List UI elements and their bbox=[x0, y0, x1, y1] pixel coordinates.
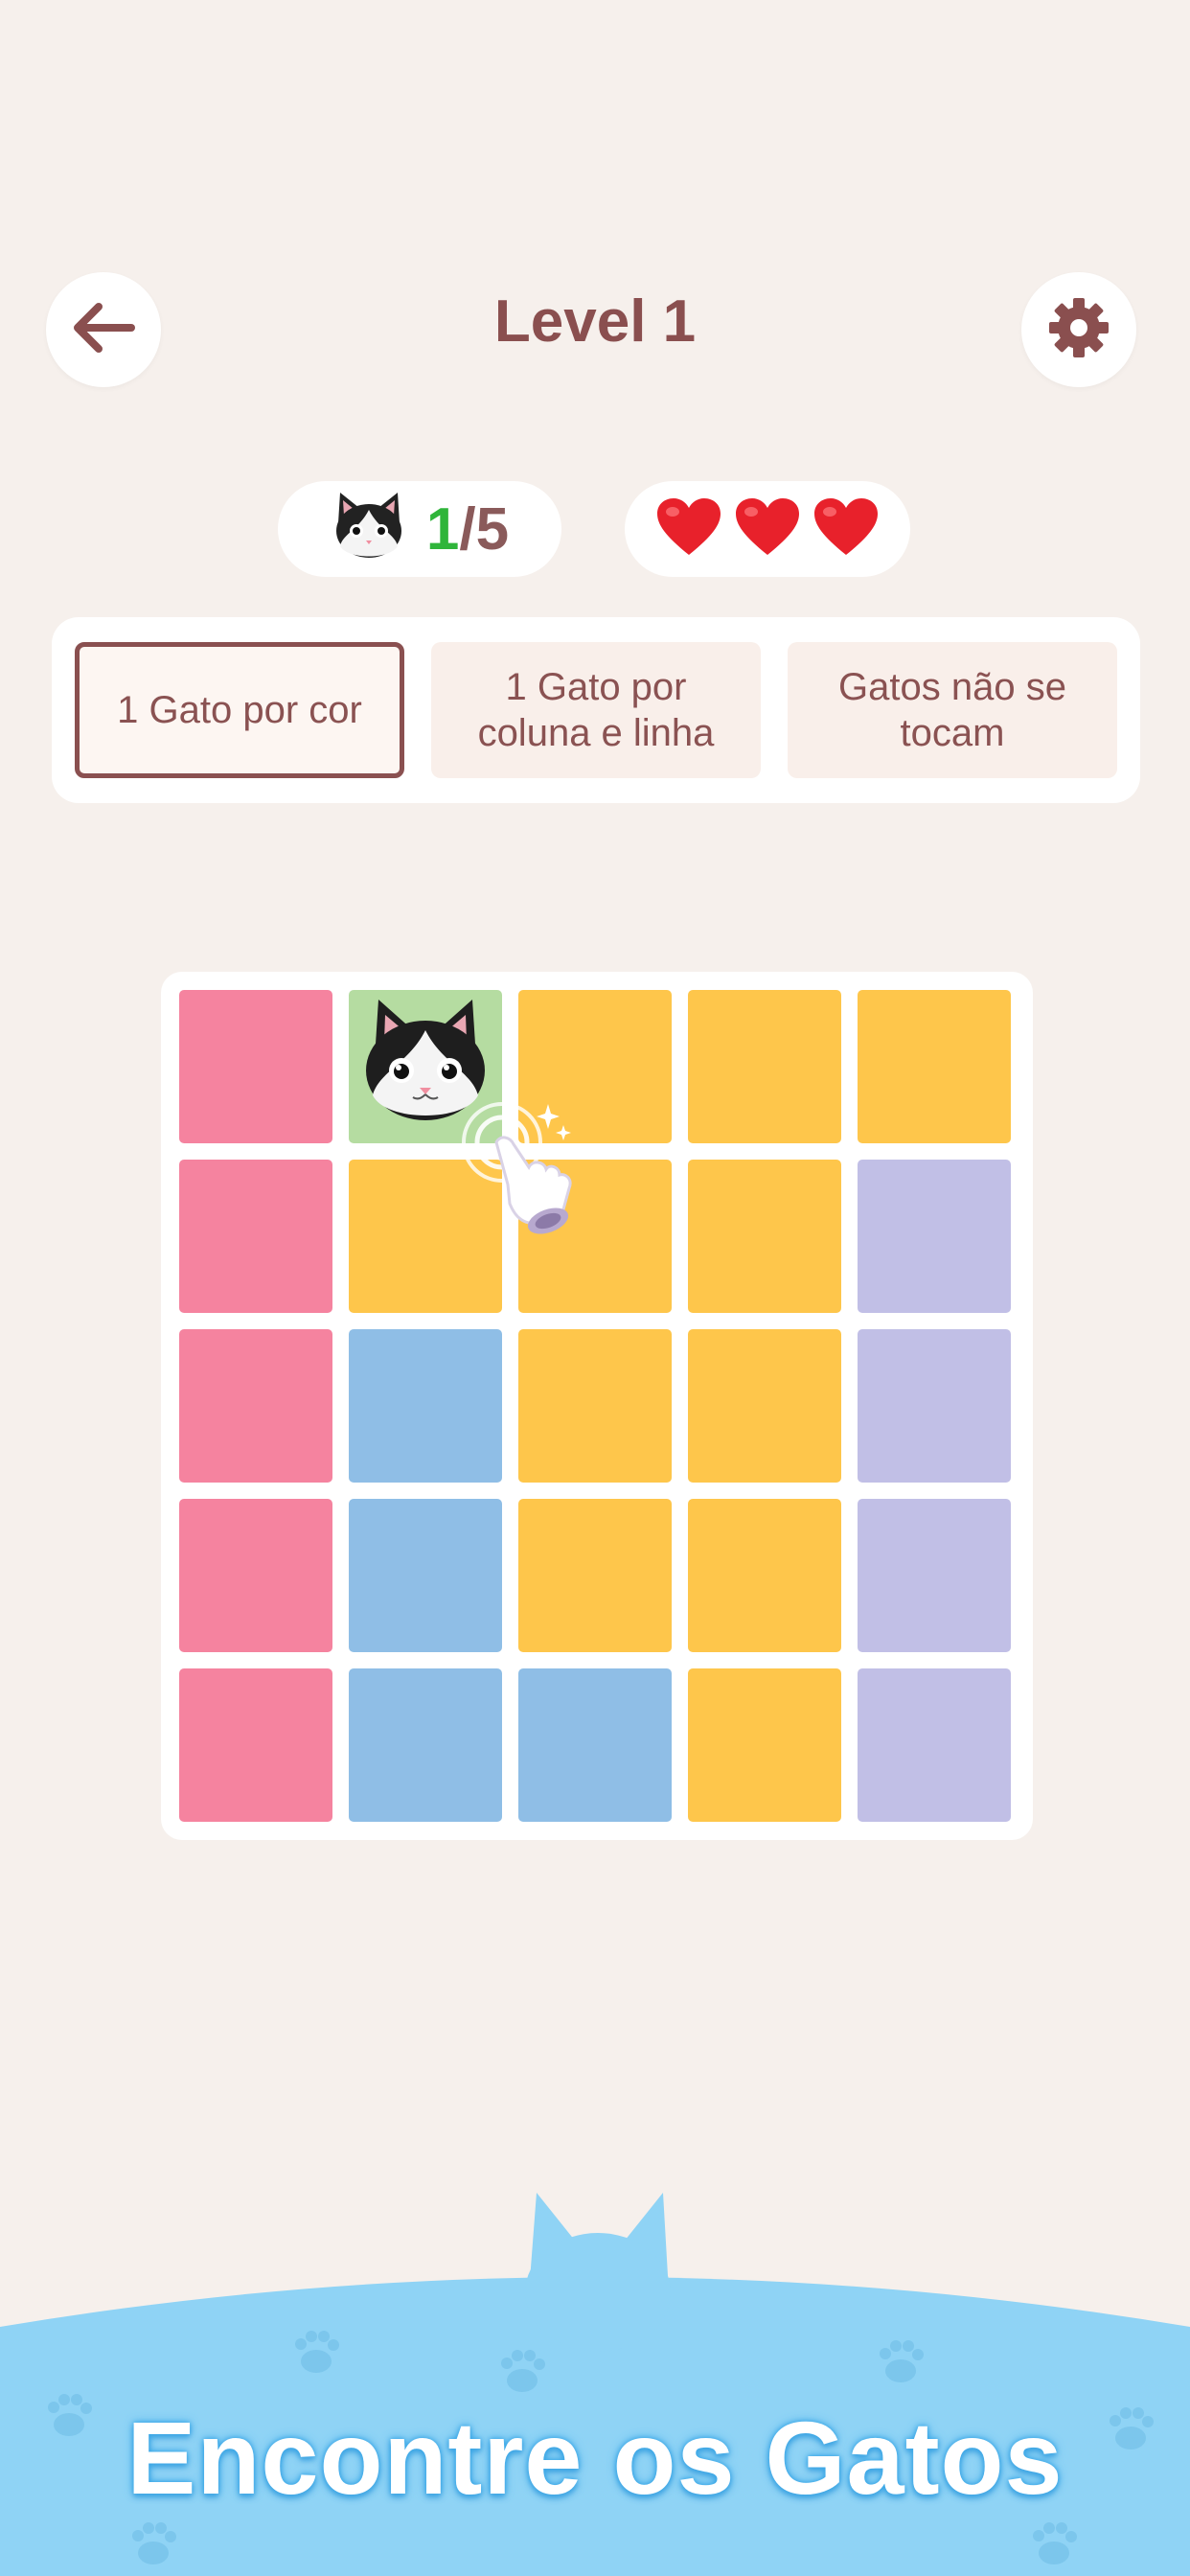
progress-total: /5 bbox=[459, 495, 510, 563]
rule-label: 1 Gato por cor bbox=[117, 689, 362, 731]
rule-tab-one-per-row-column[interactable]: 1 Gato por coluna e linha bbox=[431, 642, 761, 778]
board-cell-r2-c1[interactable] bbox=[179, 1160, 332, 1313]
board-cell-r5-c4[interactable] bbox=[688, 1668, 841, 1822]
heart-icon bbox=[734, 497, 801, 562]
rule-label: 1 Gato por coluna e linha bbox=[477, 666, 715, 754]
board-cell-r2-c4[interactable] bbox=[688, 1160, 841, 1313]
board-cell-r4-c3[interactable] bbox=[518, 1499, 672, 1652]
progress-found: 1 bbox=[425, 495, 460, 563]
rules-panel: 1 Gato por cor 1 Gato por coluna e linha… bbox=[52, 617, 1140, 803]
board-cell-r1-c5[interactable] bbox=[858, 990, 1011, 1143]
cat-face-icon bbox=[331, 491, 407, 568]
board-cell-r4-c5[interactable] bbox=[858, 1499, 1011, 1652]
board-cell-r2-c5[interactable] bbox=[858, 1160, 1011, 1313]
board-cell-r1-c4[interactable] bbox=[688, 990, 841, 1143]
board-cell-r5-c1[interactable] bbox=[179, 1668, 332, 1822]
progress-counter: 1/5 bbox=[278, 481, 561, 577]
rule-tab-one-per-color[interactable]: 1 Gato por cor bbox=[75, 642, 404, 778]
board-cell-r4-c4[interactable] bbox=[688, 1499, 841, 1652]
gear-icon bbox=[1047, 296, 1110, 364]
rule-label: Gatos não se tocam bbox=[838, 666, 1066, 754]
tap-hint-hand-icon bbox=[456, 1092, 609, 1246]
board-cell-r4-c2[interactable] bbox=[349, 1499, 502, 1652]
board-cell-r5-c5[interactable] bbox=[858, 1668, 1011, 1822]
board-cell-r3-c2[interactable] bbox=[349, 1329, 502, 1483]
rule-tab-no-touching[interactable]: Gatos não se tocam bbox=[788, 642, 1117, 778]
board-cell-r4-c1[interactable] bbox=[179, 1499, 332, 1652]
level-title: Level 1 bbox=[493, 288, 697, 355]
board-cell-r3-c1[interactable] bbox=[179, 1329, 332, 1483]
settings-button[interactable] bbox=[1021, 272, 1136, 387]
board-cell-r5-c3[interactable] bbox=[518, 1668, 672, 1822]
board-cell-r3-c5[interactable] bbox=[858, 1329, 1011, 1483]
cat-silhouette-icon bbox=[525, 2193, 671, 2352]
footer-title: Encontre os Gatos bbox=[126, 2400, 1064, 2516]
heart-icon bbox=[655, 497, 722, 562]
board-cell-r3-c4[interactable] bbox=[688, 1329, 841, 1483]
board-cell-r1-c1[interactable] bbox=[179, 990, 332, 1143]
board-cell-r5-c2[interactable] bbox=[349, 1668, 502, 1822]
board-cell-r3-c3[interactable] bbox=[518, 1329, 672, 1483]
heart-icon bbox=[812, 497, 880, 562]
lives-counter bbox=[625, 481, 910, 577]
